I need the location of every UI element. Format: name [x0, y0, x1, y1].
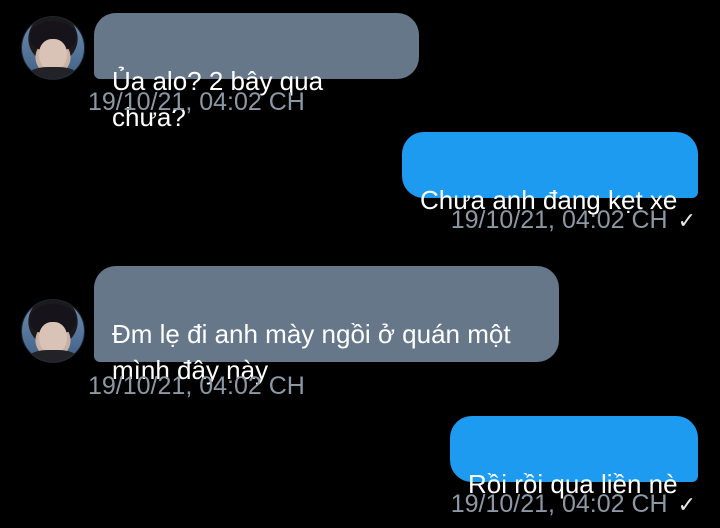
message-bubble-sent[interactable]: Chưa anh đang kẹt xe — [402, 132, 698, 215]
message-bubble-received[interactable]: Đm lẹ đi anh mày ngồi ở quán một mình đâ… — [94, 266, 559, 385]
message-timestamp: 19/10/21, 04:02 CH ✓ — [450, 490, 696, 518]
message-bubble-received[interactable]: Ủa alo? 2 bây qua chưa? — [94, 13, 419, 132]
contact-avatar[interactable] — [21, 299, 85, 363]
sent-check-icon: ✓ — [677, 208, 696, 233]
contact-avatar[interactable] — [21, 16, 85, 80]
sent-check-icon: ✓ — [677, 492, 696, 517]
message-timestamp: 19/10/21, 04:02 CH — [88, 372, 305, 400]
message-timestamp: 19/10/21, 04:02 CH ✓ — [450, 206, 696, 234]
message-bubble-sent[interactable]: Rồi rồi qua liền nè — [450, 416, 698, 499]
message-timestamp: 19/10/21, 04:02 CH — [88, 88, 305, 116]
